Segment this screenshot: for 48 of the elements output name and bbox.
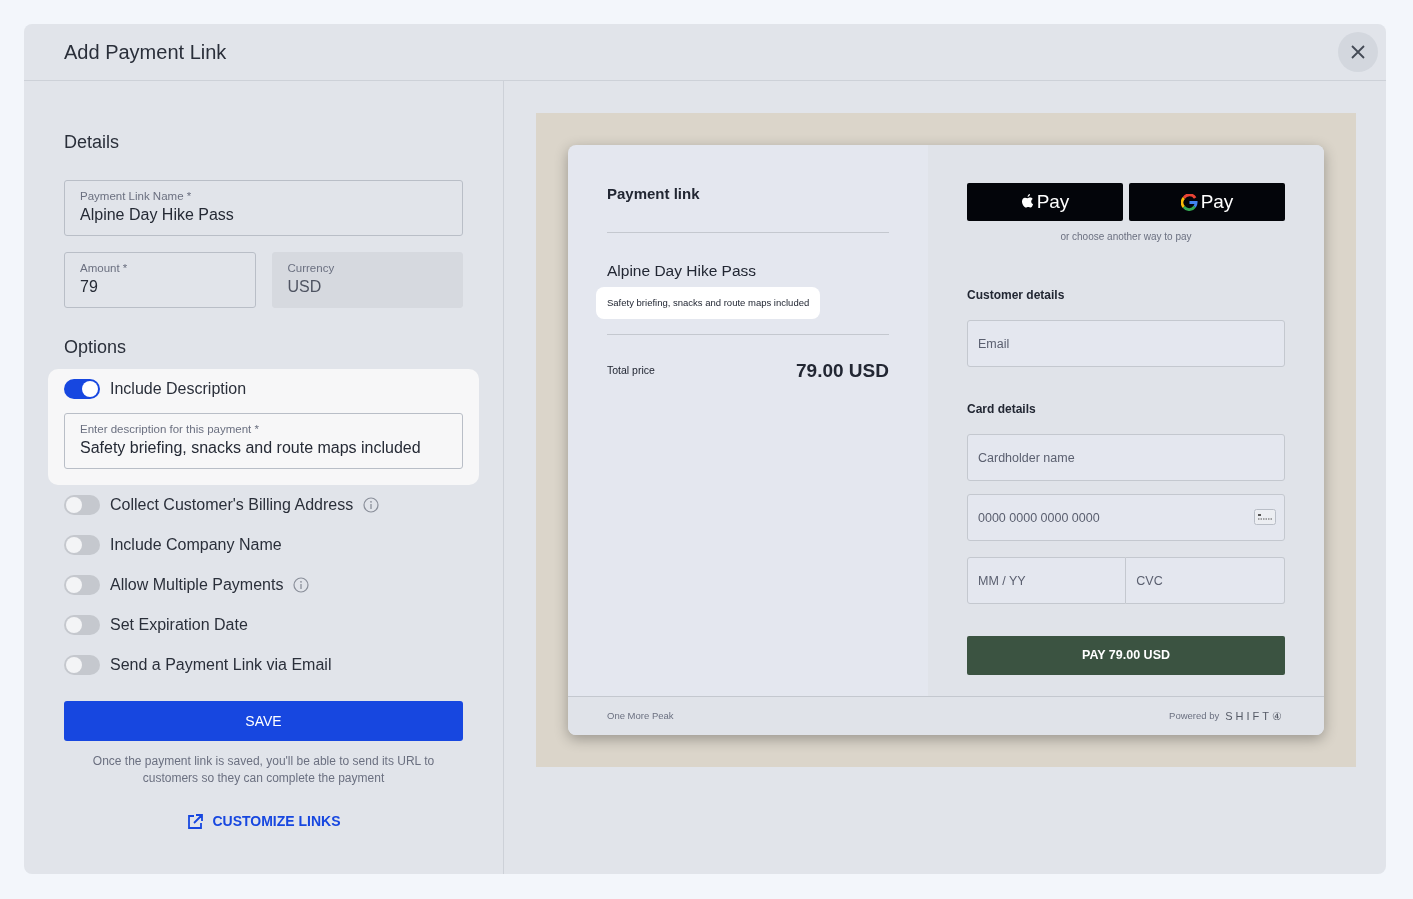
info-note: Once the payment link is saved, you'll be able to send its URL to customers so they can complete the payment [91, 753, 436, 787]
merchant-name: One More Peak [607, 708, 674, 723]
toggle-switch[interactable] [64, 535, 100, 555]
option-label: Set Expiration Date [110, 615, 248, 635]
checkout-title: Payment link [607, 184, 701, 204]
powered-by-text: Powered by [1169, 708, 1220, 723]
section-heading: Details [64, 131, 121, 154]
toggle-switch[interactable] [64, 379, 100, 399]
external-link-icon [186, 812, 205, 831]
google-pay-button[interactable]: Pay [1129, 183, 1285, 221]
option-label: Collect Customer's Billing Address [110, 495, 354, 515]
total-label: Total price [607, 363, 655, 379]
close-button[interactable] [1338, 32, 1378, 72]
toggle-switch[interactable] [64, 655, 100, 675]
g-logo-icon [1180, 193, 1198, 211]
save-button[interactable]: SAVE [64, 701, 463, 741]
product-name: Alpine Day Hike Pass [607, 260, 758, 281]
card-icon [1254, 509, 1276, 525]
toggle-switch[interactable] [64, 495, 100, 515]
toggle-switch[interactable] [64, 575, 100, 595]
text-field[interactable]: Payment Link Name * Alpine Day Hike Pass [64, 180, 463, 236]
close-icon [1350, 44, 1366, 60]
apple-icon [1020, 194, 1034, 210]
cvc-field[interactable]: CVC [1126, 557, 1285, 604]
option-label: Send a Payment Link via Email [110, 655, 332, 675]
apple-pay-button[interactable]: Pay [967, 183, 1123, 221]
text-field[interactable]: Amount * 79 [64, 252, 256, 308]
cardholder-field[interactable]: Cardholder name [967, 434, 1285, 481]
info-icon[interactable] [363, 497, 380, 513]
info-icon[interactable] [293, 577, 310, 593]
section-heading: Customer details [967, 287, 1066, 304]
alternative-payment-text: or choose another way to pay [1059, 230, 1193, 244]
customize-links-link[interactable]: CUSTOMIZE LINKS [186, 811, 341, 832]
card-number-field[interactable]: 0000 0000 0000 0000 [967, 494, 1285, 541]
email-field[interactable]: Email [967, 320, 1285, 367]
expiry-field[interactable]: MM / YY [967, 557, 1127, 604]
option-label: Include Company Name [110, 535, 282, 555]
option-label: Include Description [110, 379, 247, 399]
toggle-switch[interactable] [64, 615, 100, 635]
pay-button[interactable]: PAY 79.00 USD [967, 636, 1285, 675]
product-description: Safety briefing, snacks and route maps included [596, 286, 821, 319]
text-field[interactable]: Enter description for this payment * Safety briefing, snacks and route maps included [64, 413, 463, 469]
section-heading: Card details [967, 401, 1037, 418]
dialog-title: Add Payment Link [64, 40, 227, 65]
section-heading: Options [64, 336, 128, 359]
brand-logo: SHIFT④ [1225, 708, 1285, 724]
total-price: 79.00 USD [796, 359, 889, 383]
option-label: Allow Multiple Payments [110, 575, 284, 595]
